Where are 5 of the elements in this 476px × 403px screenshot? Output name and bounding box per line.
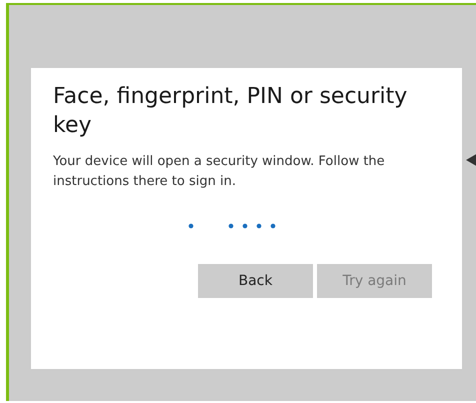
- dialog-title: Face, fingerprint, PIN or security key: [53, 83, 408, 140]
- pointer-icon: [466, 152, 476, 168]
- dialog-button[interactable]: Back: [198, 264, 313, 298]
- dialog-message: Your device will open a security window. Follow the instructions there to sign in.: [53, 153, 386, 191]
- loading-dots-icon: [187, 222, 277, 230]
